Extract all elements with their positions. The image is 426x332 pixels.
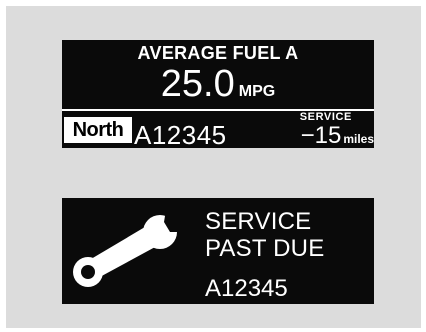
vehicle-plate: A12345	[205, 275, 288, 302]
fuel-value: 25.0	[160, 63, 235, 105]
average-fuel-readout: 25.0 MPG	[62, 62, 374, 114]
fuel-info-display: AVERAGE FUEL A 25.0 MPG North A12345 SERV…	[62, 40, 374, 148]
service-message-line2: PAST DUE	[205, 235, 325, 262]
service-distance: −15 miles	[301, 122, 374, 148]
service-distance-value: −15	[300, 122, 342, 148]
fuel-unit: MPG	[238, 83, 276, 100]
wrench-icon	[73, 210, 190, 287]
service-alert-display: SERVICE PAST DUE A12345	[62, 198, 374, 304]
service-message-line1: SERVICE	[205, 208, 312, 235]
north-badge: North	[64, 117, 132, 143]
display-title: AVERAGE FUEL A	[137, 43, 299, 63]
service-distance-unit: miles	[343, 132, 374, 146]
vehicle-plate: A12345	[134, 120, 227, 148]
